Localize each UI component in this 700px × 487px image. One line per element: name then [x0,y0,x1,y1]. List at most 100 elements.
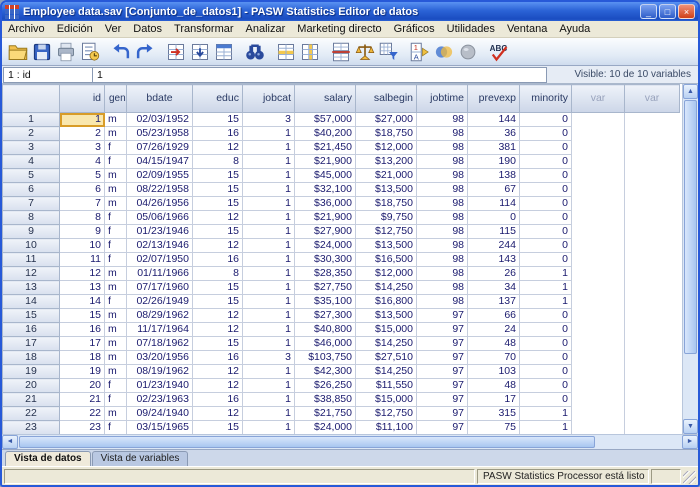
cell-educ-17[interactable]: 15 [193,337,243,351]
cell-minority-4[interactable]: 0 [520,155,572,169]
cell-jobcat-9[interactable]: 1 [243,225,295,239]
cell-educ-19[interactable]: 12 [193,365,243,379]
row-header-20[interactable]: 20 [3,379,60,393]
cell-var1-15[interactable] [572,309,625,323]
cell-minority-10[interactable]: 0 [520,239,572,253]
cell-prevexp-16[interactable]: 24 [468,323,520,337]
cell-id-16[interactable]: 16 [60,323,105,337]
cell-bdate-7[interactable]: 04/26/1956 [127,197,193,211]
cell-jobtime-17[interactable]: 97 [417,337,468,351]
cell-var2-7[interactable] [625,197,680,211]
cell-id-18[interactable]: 18 [60,351,105,365]
cell-jobcat-7[interactable]: 1 [243,197,295,211]
cell-educ-9[interactable]: 15 [193,225,243,239]
cell-educ-4[interactable]: 8 [193,155,243,169]
menu-transformar[interactable]: Transformar [168,22,240,36]
row-header-11[interactable]: 11 [3,253,60,267]
vertical-scroll-track[interactable] [683,99,698,419]
cell-educ-12[interactable]: 8 [193,267,243,281]
minimize-button[interactable]: _ [640,4,657,19]
cell-gender-12[interactable]: m [105,267,127,281]
cell-bdate-15[interactable]: 08/29/1962 [127,309,193,323]
row-header-18[interactable]: 18 [3,351,60,365]
cell-salary-16[interactable]: $40,800 [295,323,356,337]
cell-var2-8[interactable] [625,211,680,225]
cell-salbegin-13[interactable]: $14,250 [356,281,417,295]
spell-check-icon[interactable]: ABC [487,40,511,64]
menu-analizar[interactable]: Analizar [240,22,292,36]
cell-jobcat-12[interactable]: 1 [243,267,295,281]
cell-var2-18[interactable] [625,351,680,365]
cell-jobtime-23[interactable]: 97 [417,421,468,435]
use-sets-icon[interactable] [432,40,456,64]
cell-jobtime-22[interactable]: 97 [417,407,468,421]
cell-gender-3[interactable]: f [105,141,127,155]
row-header-15[interactable]: 15 [3,309,60,323]
select-all-corner[interactable] [3,85,60,113]
cell-id-1[interactable]: 1 [60,113,105,127]
cell-salary-15[interactable]: $27,300 [295,309,356,323]
cell-var1-2[interactable] [572,127,625,141]
cell-jobtime-3[interactable]: 98 [417,141,468,155]
column-header-jobcat[interactable]: jobcat [243,85,295,113]
scroll-right-icon[interactable]: ► [682,435,698,449]
cell-salary-8[interactable]: $21,900 [295,211,356,225]
cell-salbegin-7[interactable]: $18,750 [356,197,417,211]
cell-prevexp-21[interactable]: 17 [468,393,520,407]
cell-salbegin-22[interactable]: $12,750 [356,407,417,421]
cell-gender-13[interactable]: m [105,281,127,295]
cell-jobtime-11[interactable]: 98 [417,253,468,267]
cell-id-11[interactable]: 11 [60,253,105,267]
horizontal-scrollbar[interactable]: ◄ ► [2,434,698,449]
resize-grip-icon[interactable] [683,471,696,484]
cell-id-7[interactable]: 7 [60,197,105,211]
cell-jobcat-17[interactable]: 1 [243,337,295,351]
cell-prevexp-23[interactable]: 75 [468,421,520,435]
row-header-5[interactable]: 5 [3,169,60,183]
menu-utilidades[interactable]: Utilidades [441,22,501,36]
cell-jobcat-11[interactable]: 1 [243,253,295,267]
value-labels-icon[interactable]: 1A [408,40,432,64]
recall-dialogs-icon[interactable] [78,40,102,64]
column-header-prevexp[interactable]: prevexp [468,85,520,113]
cell-minority-21[interactable]: 0 [520,393,572,407]
row-header-9[interactable]: 9 [3,225,60,239]
find-icon[interactable] [243,40,267,64]
cell-var1-19[interactable] [572,365,625,379]
cell-bdate-22[interactable]: 09/24/1940 [127,407,193,421]
cell-jobtime-6[interactable]: 98 [417,183,468,197]
cell-jobcat-15[interactable]: 1 [243,309,295,323]
row-header-4[interactable]: 4 [3,155,60,169]
cell-bdate-13[interactable]: 07/17/1960 [127,281,193,295]
cell-prevexp-7[interactable]: 114 [468,197,520,211]
cell-var1-1[interactable] [572,113,625,127]
cell-prevexp-14[interactable]: 137 [468,295,520,309]
cell-var1-13[interactable] [572,281,625,295]
menu-ayuda[interactable]: Ayuda [553,22,596,36]
cell-var2-4[interactable] [625,155,680,169]
cell-var2-9[interactable] [625,225,680,239]
cell-salary-23[interactable]: $24,000 [295,421,356,435]
cell-bdate-4[interactable]: 04/15/1947 [127,155,193,169]
cell-educ-21[interactable]: 16 [193,393,243,407]
cell-var2-14[interactable] [625,295,680,309]
cell-gender-16[interactable]: m [105,323,127,337]
cell-bdate-21[interactable]: 02/23/1963 [127,393,193,407]
cell-id-19[interactable]: 19 [60,365,105,379]
cell-var1-20[interactable] [572,379,625,393]
cell-salary-21[interactable]: $38,850 [295,393,356,407]
cell-salary-6[interactable]: $32,100 [295,183,356,197]
cell-salbegin-8[interactable]: $9,750 [356,211,417,225]
cell-prevexp-19[interactable]: 103 [468,365,520,379]
cell-salary-4[interactable]: $21,900 [295,155,356,169]
close-button[interactable]: × [678,4,695,19]
cell-id-6[interactable]: 6 [60,183,105,197]
vertical-scroll-thumb[interactable] [684,100,697,354]
cell-educ-1[interactable]: 15 [193,113,243,127]
cell-bdate-1[interactable]: 02/03/1952 [127,113,193,127]
cell-id-4[interactable]: 4 [60,155,105,169]
cell-jobtime-21[interactable]: 97 [417,393,468,407]
cell-bdate-16[interactable]: 11/17/1964 [127,323,193,337]
cell-prevexp-17[interactable]: 48 [468,337,520,351]
cell-var1-16[interactable] [572,323,625,337]
